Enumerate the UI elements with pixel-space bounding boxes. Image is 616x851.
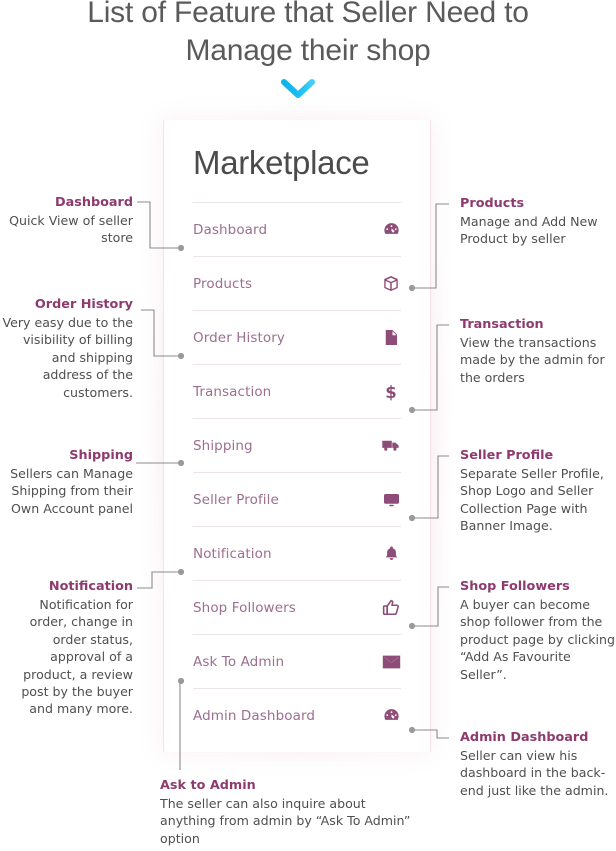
menu-item-admin-dashboard[interactable]: Admin Dashboard [193,688,401,742]
annotation-order-history: Order History Very easy due to the visib… [0,296,133,401]
menu-item-transaction[interactable]: Transaction $ [193,364,401,418]
annotation-shop-followers: Shop Followers A buyer can become shop f… [460,578,616,683]
annotation-body: Manage and Add New Product by seller [460,214,598,247]
document-icon [381,328,401,348]
menu-item-shipping[interactable]: Shipping [193,418,401,472]
annotation-heading: Notification [48,579,133,594]
page-title: List of Feature that Seller Need to Mana… [0,0,616,70]
annotation-body: Notification for order, change in order … [21,597,133,717]
menu-item-label: Seller Profile [193,491,279,508]
annotation-body: A buyer can become shop follower from th… [460,597,615,682]
gauge-icon [381,706,401,726]
annotation-body: View the transactions made by the admin … [460,335,605,385]
annotation-heading: Shipping [69,448,133,463]
annotation-heading: Ask to Admin [160,778,256,793]
annotation-heading: Dashboard [54,195,133,210]
box-icon [381,274,401,294]
menu-item-label: Dashboard [193,221,268,238]
bell-icon [381,544,401,564]
menu-item-label: Notification [193,545,272,562]
menu-item-label: Products [193,275,253,292]
annotation-body: Quick View of seller store [9,213,133,246]
dollar-icon: $ [381,382,401,402]
menu-item-order-history[interactable]: Order History [193,310,401,364]
annotation-ask-to-admin: Ask to Admin The seller can also inquire… [160,777,420,847]
annotation-body: Seller can view his dashboard in the bac… [460,748,609,798]
annotation-products: Products Manage and Add New Product by s… [460,195,616,248]
annotation-dashboard: Dashboard Quick View of seller store [0,194,133,247]
annotation-heading: Shop Followers [460,579,570,594]
annotation-body: The seller can also inquire about anythi… [160,796,411,846]
annotation-body: Very easy due to the visibility of billi… [2,315,133,400]
menu-item-products[interactable]: Products [193,256,401,310]
menu-item-dashboard[interactable]: Dashboard [193,202,401,256]
menu-item-label: Shipping [193,437,253,454]
annotation-heading: Transaction [460,317,544,332]
menu-item-seller-profile[interactable]: Seller Profile [193,472,401,526]
monitor-icon [381,490,401,510]
menu-item-ask-to-admin[interactable]: Ask To Admin [193,634,401,688]
page-title-line-1: List of Feature that Seller Need to [87,0,529,29]
annotation-heading: Products [460,196,525,211]
annotation-shipping: Shipping Sellers can Manage Shipping fro… [0,447,133,517]
gauge-icon [381,220,401,240]
annotation-body: Sellers can Manage Shipping from their O… [10,466,133,516]
envelope-icon [381,652,401,672]
menu-item-label: Ask To Admin [193,653,285,670]
chevron-down-icon [281,78,315,100]
truck-icon [381,436,401,456]
annotation-heading: Order History [34,297,133,312]
annotation-notification: Notification Notification for order, cha… [0,578,133,718]
page-title-line-2: Manage their shop [185,34,431,67]
menu-item-shop-followers[interactable]: Shop Followers [193,580,401,634]
annotation-heading: Admin Dashboard [460,730,589,745]
marketplace-card: Marketplace Dashboard Products Order His… [163,120,431,752]
annotation-seller-profile: Seller Profile Separate Seller Profile, … [460,447,616,535]
annotation-transaction: Transaction View the transactions made b… [460,316,616,386]
thumbs-up-icon [381,598,401,618]
marketplace-menu: Dashboard Products Order History Transac… [164,202,430,742]
menu-item-label: Admin Dashboard [193,707,316,724]
menu-item-label: Order History [193,329,285,346]
card-title: Marketplace [193,144,370,181]
svg-text:$: $ [385,383,396,402]
menu-item-notification[interactable]: Notification [193,526,401,580]
annotation-heading: Seller Profile [460,448,554,463]
menu-item-label: Shop Followers [193,599,296,616]
menu-item-label: Transaction [193,383,272,400]
annotation-body: Separate Seller Profile, Shop Logo and S… [460,466,604,534]
annotation-admin-dashboard: Admin Dashboard Seller can view his dash… [460,729,616,799]
